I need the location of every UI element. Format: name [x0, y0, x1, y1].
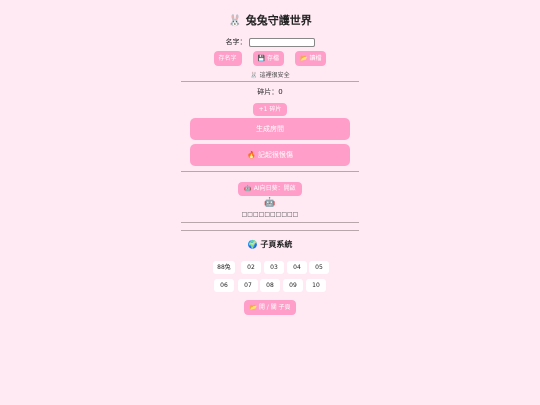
generate-room-button[interactable]: 生成房間 — [190, 118, 350, 140]
subpage-button[interactable]: 08 — [260, 279, 280, 292]
subpage-title: 🌍 子頁系統 — [247, 240, 293, 249]
divider — [181, 81, 359, 82]
ai-output: □□□□□□□□□□ — [241, 211, 299, 218]
subpage-button[interactable]: 06 — [214, 279, 234, 292]
divider — [181, 171, 359, 172]
subpage-button[interactable]: 05 — [309, 261, 329, 274]
save-name-button[interactable]: 存名字 — [213, 51, 242, 66]
name-row: 名字： — [0, 37, 540, 47]
fragment-row: +1 碎片 — [0, 99, 540, 118]
subpage-button[interactable]: 04 — [287, 261, 307, 274]
name-input[interactable] — [248, 37, 315, 47]
name-label: 名字： — [225, 38, 247, 46]
robot-icon: 🤖 — [264, 198, 276, 208]
ai-sunflower-button[interactable]: 🤖 AI向日葵：開啟 — [238, 181, 302, 196]
subpage-toggle-row: 📂 開 / 關 子頁 — [0, 297, 540, 316]
subpage-button[interactable]: 03 — [264, 261, 284, 274]
guard-status: 🐰 這裡很安全 — [250, 72, 290, 79]
subpage-button[interactable]: 88兔 — [213, 261, 235, 274]
remember-button[interactable]: 🔥 記起很恨傷 — [190, 144, 350, 166]
rabbit-icon: 🐰 — [228, 14, 242, 27]
subpage-button[interactable]: 07 — [238, 279, 258, 292]
page-title-text: 兔兔守護世界 — [245, 14, 312, 27]
load-button[interactable]: 📂 讀檔 — [295, 51, 327, 66]
add-fragment-button[interactable]: +1 碎片 — [252, 103, 288, 116]
page-title: 🐰 兔兔守護世界 — [0, 12, 540, 28]
toggle-subpage-button[interactable]: 📂 開 / 關 子頁 — [244, 300, 296, 315]
save-toolbar: 存名字 💾 存檔 📂 讀檔 — [0, 48, 540, 67]
ai-row: 🤖 AI向日葵：開啟 — [0, 178, 540, 197]
subpage-button[interactable]: 02 — [241, 261, 261, 274]
subpage-button[interactable]: 10 — [306, 279, 326, 292]
subpage-button[interactable]: 09 — [283, 279, 303, 292]
fragment-count: 碎片：0 — [257, 88, 283, 96]
divider — [181, 230, 359, 231]
divider — [181, 222, 359, 223]
app-root: 🐰 兔兔守護世界 名字： 存名字 💾 存檔 📂 讀檔 🐰 這裡很安全 碎片：0 … — [0, 0, 540, 405]
save-button[interactable]: 💾 存檔 — [252, 51, 284, 66]
